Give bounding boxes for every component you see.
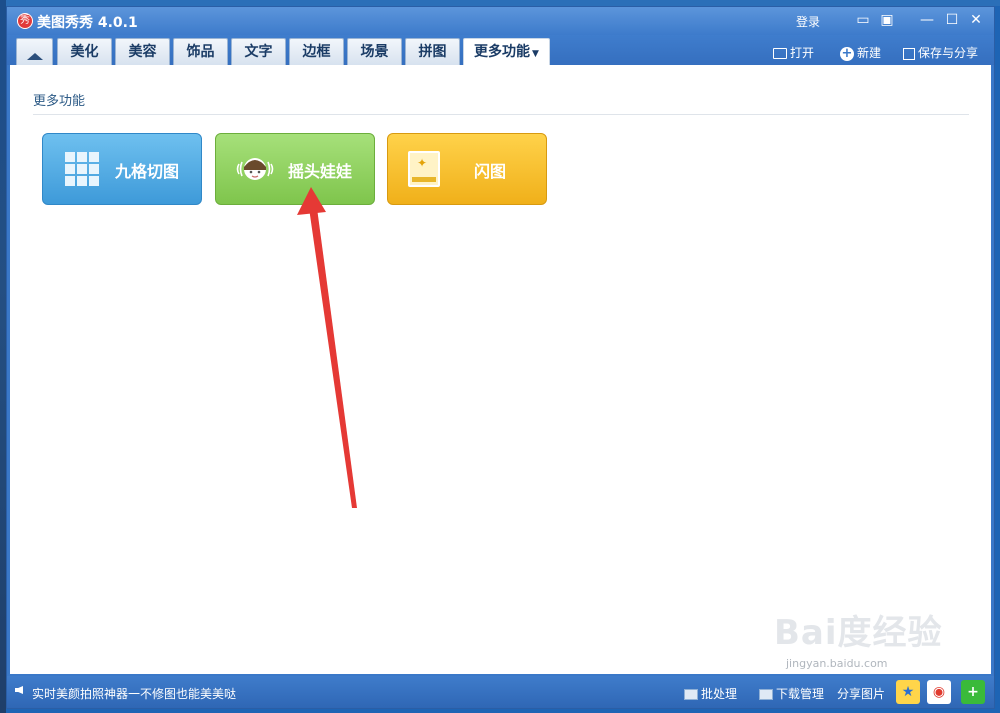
tab-home[interactable] xyxy=(16,38,53,77)
tab-beauty[interactable]: 美容 xyxy=(115,38,170,65)
tab-accessories[interactable]: 饰品 xyxy=(173,38,228,65)
minimize-icon[interactable]: — xyxy=(918,11,936,29)
login-link[interactable]: 登录 xyxy=(796,13,820,30)
batch-label: 批处理 xyxy=(701,687,738,701)
watermark-text: Bai度经验 xyxy=(774,613,943,653)
qzone-icon[interactable]: ★ xyxy=(896,680,920,704)
save-share-label: 保存与分享 xyxy=(918,46,979,60)
close-icon[interactable]: ✕ xyxy=(967,11,985,29)
app-logo-icon: 秀 xyxy=(17,13,33,29)
add-icon[interactable]: + xyxy=(961,680,985,704)
bobblehead-button[interactable]: 摇头娃娃 xyxy=(215,133,375,205)
tab-text[interactable]: 文字 xyxy=(231,38,286,65)
new-button[interactable]: + 新建 xyxy=(840,44,881,61)
section-title: 更多功能 xyxy=(33,94,86,109)
tab-beautify[interactable]: 美化 xyxy=(57,38,112,65)
nine-grid-label: 九格切图 xyxy=(115,162,180,181)
status-bar: 实时美颜拍照神器一不修图也能美美哒 批处理 下载管理 分享图片 ★ ◉ + xyxy=(7,676,994,708)
tab-collage[interactable]: 拼图 xyxy=(405,38,460,65)
open-label: 打开 xyxy=(790,46,815,60)
feedback-icon[interactable]: ▭ xyxy=(854,11,872,29)
batch-process-button[interactable]: 批处理 xyxy=(684,685,737,702)
speaker-icon xyxy=(15,686,23,694)
weibo-icon[interactable]: ◉ xyxy=(927,680,951,704)
save-share-button[interactable]: 保存与分享 xyxy=(903,44,978,61)
section-divider xyxy=(33,114,969,115)
skin-icon[interactable]: ▣ xyxy=(878,11,896,29)
grid-icon xyxy=(65,152,99,186)
plus-icon: + xyxy=(840,45,854,61)
download-label: 下载管理 xyxy=(776,687,825,701)
save-icon xyxy=(903,47,915,60)
bobblehead-label: 摇头娃娃 xyxy=(288,162,353,181)
download-icon xyxy=(759,689,773,700)
open-button[interactable]: 打开 xyxy=(773,44,814,61)
share-image-label[interactable]: 分享图片 xyxy=(837,685,885,702)
tab-bar: 美化 美容 饰品 文字 边框 场景 拼图 更多功能 ▼ 打开 + 新建 保存与分享 xyxy=(7,35,994,77)
status-message[interactable]: 实时美颜拍照神器一不修图也能美美哒 xyxy=(32,685,236,702)
main-content: 更多功能 九格切图 摇头娃娃 ✦ 闪图 Bai度经验 jingyan.baidu… xyxy=(10,65,991,674)
download-manager-button[interactable]: 下载管理 xyxy=(759,685,824,702)
watermark-url: jingyan.baidu.com xyxy=(786,657,888,670)
new-label: 新建 xyxy=(857,46,882,60)
flash-image-button[interactable]: ✦ 闪图 xyxy=(387,133,547,205)
chevron-down-icon: ▼ xyxy=(532,49,539,59)
batch-icon xyxy=(684,689,698,700)
tab-more-features-label: 更多功能 xyxy=(474,44,531,60)
app-title: 美图秀秀 4.0.1 xyxy=(37,15,138,31)
flash-image-label: 闪图 xyxy=(474,162,507,181)
nine-grid-button[interactable]: 九格切图 xyxy=(42,133,202,205)
tab-more-features[interactable]: 更多功能 ▼ xyxy=(463,38,550,65)
maximize-icon[interactable]: ☐ xyxy=(943,11,961,29)
tab-frame[interactable]: 边框 xyxy=(289,38,344,65)
bobblehead-icon xyxy=(236,158,274,180)
app-window: 秀 美图秀秀 4.0.1 登录 ▭ ▣ — ☐ ✕ 美化 美容 饰品 文字 边框… xyxy=(6,6,995,709)
watermark: Bai度经验 jingyan.baidu.com xyxy=(774,605,974,675)
tab-scene[interactable]: 场景 xyxy=(347,38,402,65)
title-bar[interactable]: 秀 美图秀秀 4.0.1 登录 ▭ ▣ — ☐ ✕ xyxy=(7,7,994,35)
folder-icon xyxy=(773,48,787,59)
flash-image-icon: ✦ xyxy=(408,151,440,187)
